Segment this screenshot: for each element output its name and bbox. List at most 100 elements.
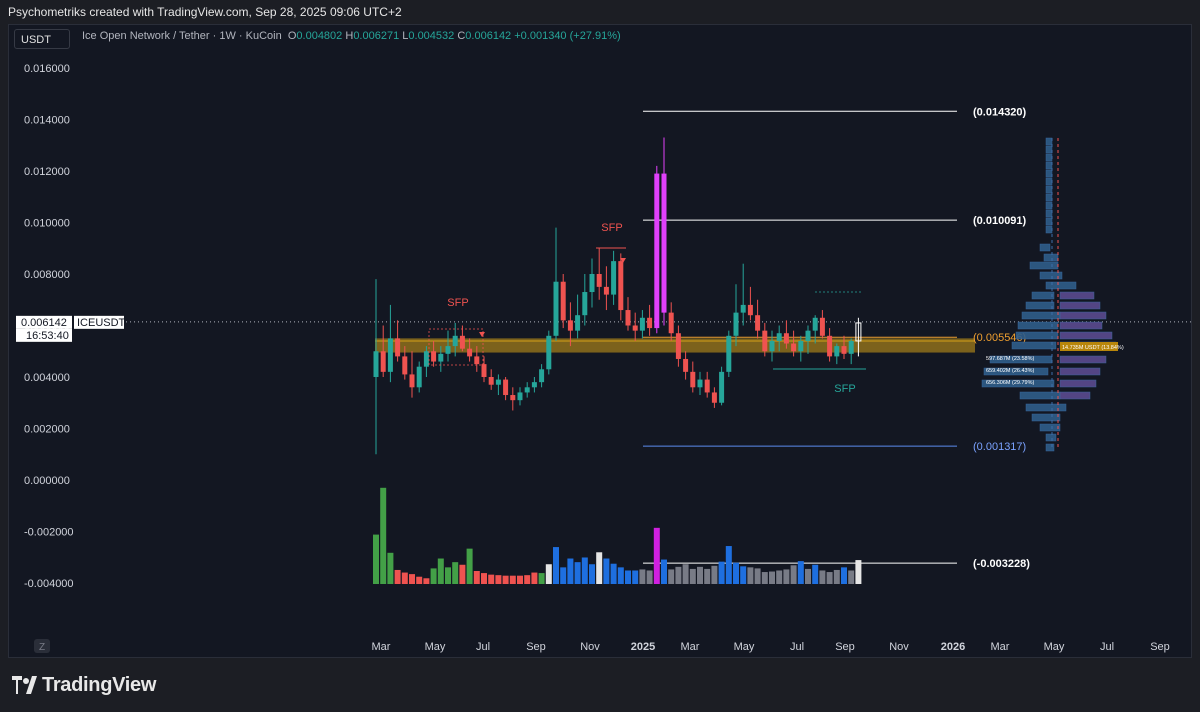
volume-bar <box>797 561 804 584</box>
y-tick-label: 0.000000 <box>24 475 70 487</box>
volume-profile-label: 597.687M (23.58%) <box>986 356 1034 362</box>
volume-bar <box>581 557 588 584</box>
volume-bar <box>488 574 495 584</box>
volume-profile-bar <box>1039 423 1061 432</box>
volume-bar <box>761 572 768 584</box>
sfp-annotation: SFP <box>601 222 622 234</box>
low-value: 0.004532 <box>408 30 455 42</box>
x-tick-label: Sep <box>526 641 546 653</box>
candle-body <box>690 371 696 388</box>
volume-profile-bar <box>1059 301 1101 310</box>
candle-body <box>683 358 689 372</box>
chart-legend: Ice Open Network / Tether · 1W · KuCoin … <box>82 30 621 42</box>
candle-body <box>510 395 516 401</box>
volume-bar <box>639 569 646 584</box>
candle-body <box>459 335 465 349</box>
sfp-annotation: SFP <box>834 383 855 395</box>
candle-body <box>697 379 703 388</box>
candle-body <box>611 261 617 295</box>
symbol-name: Ice Open Network / Tether · 1W · KuCoin <box>82 30 282 42</box>
y-tick-label: 0.008000 <box>24 269 70 281</box>
volume-profile-bar <box>1059 331 1113 340</box>
volume-bar <box>812 564 819 584</box>
high-value: 0.006271 <box>353 30 400 42</box>
volume-bar <box>509 575 516 584</box>
volume-bar <box>553 547 559 584</box>
candle-body <box>467 348 473 357</box>
candle-body <box>395 338 401 357</box>
candle-body <box>654 173 660 329</box>
volume-bar <box>632 570 639 584</box>
x-tick-label: Jul <box>790 641 804 653</box>
volume-bar <box>826 572 833 584</box>
volume-bar <box>819 570 826 584</box>
open-value: 0.004802 <box>296 30 343 42</box>
volume-bar <box>517 575 523 584</box>
price-tag: 0.006142 ICEUSDT 16:53:40 <box>16 315 126 342</box>
volume-bar <box>668 569 675 584</box>
volume-bar <box>545 564 552 584</box>
candle-body <box>445 346 451 354</box>
candle-body <box>783 333 789 344</box>
candle-body <box>726 335 732 372</box>
unit-button[interactable]: USDT <box>14 29 70 49</box>
candle-body <box>639 317 645 331</box>
candle-body <box>769 340 775 352</box>
x-tick-label: Sep <box>1150 641 1170 653</box>
close-value: 0.006142 <box>465 30 512 42</box>
volume-bar <box>725 546 732 584</box>
volume-profile-bar <box>1045 433 1057 442</box>
x-tick-label: 2025 <box>631 641 655 653</box>
x-tick-label: Jul <box>1100 641 1114 653</box>
candle-body <box>647 317 653 329</box>
y-tick-label: 0.004000 <box>24 372 70 384</box>
volume-profile-bar <box>1059 379 1097 388</box>
volume-profile-bar <box>1045 161 1053 170</box>
ticker-tag-value: ICEUSDT <box>77 317 126 329</box>
volume-bar <box>502 575 509 584</box>
volume-bar <box>754 568 761 584</box>
z-button-label: Z <box>39 642 45 653</box>
volume-profile-bar <box>1045 443 1055 452</box>
volume-bar <box>560 567 567 584</box>
candle-body <box>416 366 422 388</box>
volume-profile-bar <box>1011 341 1057 350</box>
volume-bar <box>409 574 415 584</box>
volume-bar <box>733 562 739 584</box>
volume-bar <box>610 563 617 584</box>
candle-body <box>711 392 717 403</box>
y-tick-label: 0.014000 <box>24 115 70 127</box>
candle-body <box>661 173 667 313</box>
volume-bar <box>373 534 379 584</box>
candle-body <box>740 304 746 313</box>
volume-profile-bar <box>1045 185 1053 194</box>
volume-profile-bar <box>1021 311 1061 320</box>
volume-profile-bar <box>1025 403 1067 412</box>
candle-body <box>596 274 602 287</box>
candle-body <box>848 340 854 354</box>
volume-bar <box>445 567 451 584</box>
volume-profile-bar <box>1031 291 1055 300</box>
candle-body <box>719 371 725 403</box>
candle-body <box>582 292 588 316</box>
tradingview-logo[interactable]: TradingView <box>12 674 162 700</box>
fib-level-label: (0.010091) <box>973 215 1027 227</box>
volume-bar <box>380 487 387 584</box>
volume-bar <box>855 560 862 584</box>
price-tag-value: 0.006142 <box>21 317 67 329</box>
candle-body <box>632 325 638 331</box>
volume-bar <box>625 570 631 584</box>
price-chart[interactable]: 0.016000 0.014000 0.012000 0.010000 0.008000… <box>0 0 1200 660</box>
candle-body <box>387 338 393 372</box>
candle-body <box>589 274 595 293</box>
candle-body <box>423 351 429 367</box>
x-tick-label: Nov <box>580 641 600 653</box>
volume-bar <box>682 564 689 584</box>
volume-bar <box>524 575 531 584</box>
y-tick-label: 0.010000 <box>24 218 70 230</box>
volume-profile-bar <box>1059 321 1103 330</box>
volume-bar <box>747 567 754 584</box>
x-tick-label: May <box>425 641 446 653</box>
volume-bar <box>689 568 696 584</box>
candle-body <box>603 286 609 295</box>
